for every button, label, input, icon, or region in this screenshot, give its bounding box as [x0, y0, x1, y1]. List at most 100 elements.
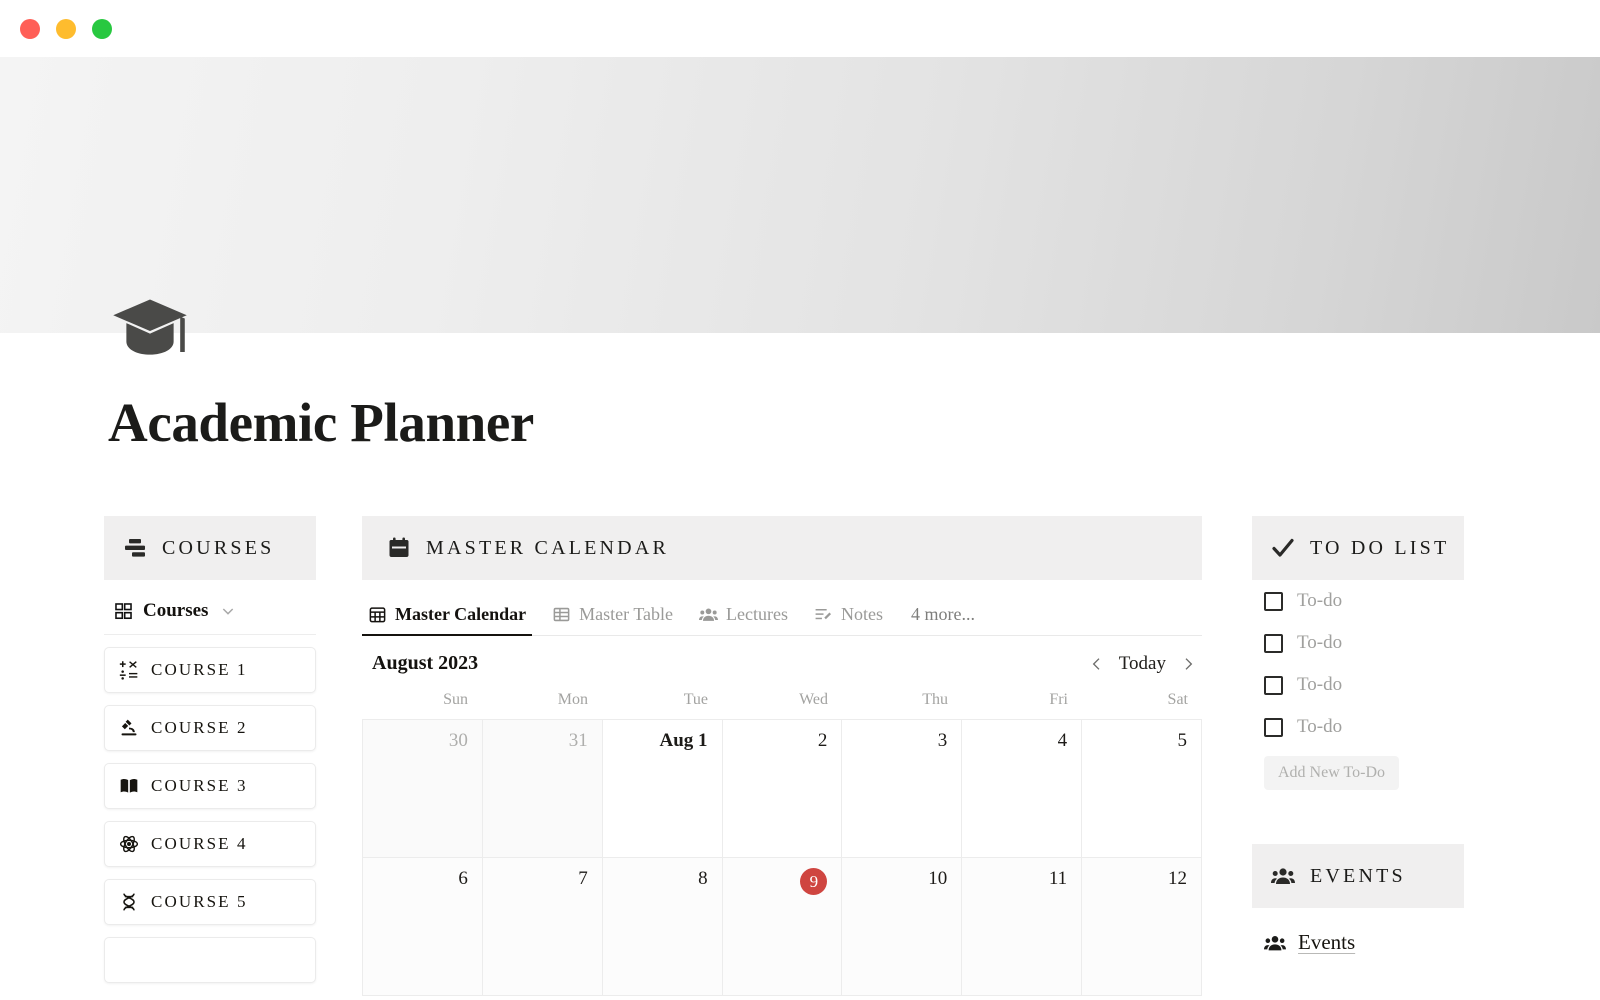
todo-checkbox[interactable]	[1264, 633, 1283, 653]
events-section-title: EVENTS	[1310, 864, 1406, 887]
day-name: Mon	[557, 691, 588, 708]
todo-label: To-do	[1297, 632, 1343, 653]
course-card[interactable]: COURSE 2	[104, 705, 316, 751]
note-edit-icon	[814, 605, 833, 624]
tab-master-table[interactable]: Master Table	[552, 604, 673, 635]
events-link-label: Events	[1298, 930, 1356, 954]
day-number: 7	[578, 868, 588, 889]
events-link[interactable]: Events	[1252, 908, 1464, 961]
math-symbols-icon	[119, 660, 139, 680]
calendar-day-cell[interactable]: 5	[1082, 720, 1202, 858]
window-titlebar	[0, 0, 1600, 57]
calendar-day-names: Sun Mon Tue Wed Thu Fri Sat	[362, 685, 1202, 719]
chevron-left-icon[interactable]	[1089, 656, 1105, 672]
todo-label: To-do	[1297, 590, 1343, 611]
course-card[interactable]: COURSE 4	[104, 821, 316, 867]
day-name: Wed	[799, 691, 828, 708]
tab-lectures[interactable]: Lectures	[699, 604, 788, 635]
day-name: Thu	[922, 691, 948, 708]
chevron-down-icon[interactable]	[220, 603, 236, 619]
chevron-right-icon[interactable]	[1180, 656, 1196, 672]
todo-label: To-do	[1297, 674, 1343, 695]
calendar-day-cell[interactable]: 3	[842, 720, 963, 858]
courses-section-title: COURSES	[162, 536, 275, 559]
day-number: 8	[698, 868, 708, 889]
course-label: COURSE 4	[151, 834, 248, 853]
calendar-section-title: MASTER CALENDAR	[426, 536, 670, 559]
page-header: Academic Planner	[0, 299, 1600, 454]
tab-label: Master Table	[579, 604, 674, 624]
calendar-week-row: 6 7 8 9 10 11 12	[363, 858, 1202, 996]
calendar-day-cell[interactable]: 2	[722, 720, 843, 858]
calendar-day-cell[interactable]: 6	[363, 858, 483, 996]
calendar-day-cell[interactable]: 12	[1082, 858, 1202, 996]
day-number: 10	[928, 868, 948, 889]
todo-section-title: TO DO LIST	[1310, 536, 1450, 559]
calendar-week-row: 30 31 Aug 1 2 3 4 5	[363, 720, 1202, 858]
calendar-day-cell[interactable]: 30	[363, 720, 483, 858]
calendar-day-cell[interactable]: Aug 1	[602, 720, 723, 858]
calendar-grid-icon	[368, 605, 387, 624]
calendar-view-tabs: Master Calendar Master Table Lectures No…	[361, 580, 1202, 636]
tab-label: Lectures	[726, 604, 789, 624]
todo-checkbox[interactable]	[1264, 675, 1283, 695]
tab-notes[interactable]: Notes	[814, 604, 883, 635]
window-close-button[interactable]	[20, 18, 40, 39]
open-book-icon	[119, 776, 139, 796]
day-number: 11	[1048, 868, 1068, 889]
day-name: Fri	[1049, 691, 1068, 708]
calendar-icon	[386, 535, 412, 561]
tab-master-calendar[interactable]: Master Calendar	[361, 604, 533, 636]
calendar-day-cell[interactable]: 31	[482, 720, 603, 858]
add-new-todo-button[interactable]: Add New To-Do	[1264, 756, 1400, 790]
today-button[interactable]: Today	[1119, 653, 1166, 675]
dna-icon	[119, 892, 139, 912]
day-number: 30	[448, 730, 468, 751]
todo-checkbox[interactable]	[1264, 717, 1283, 737]
course-card[interactable]: COURSE 3	[104, 763, 316, 809]
day-number: Aug 1	[659, 730, 708, 751]
day-name: Tue	[683, 691, 708, 708]
todo-item[interactable]: To-do	[1252, 622, 1464, 664]
courses-database-label: Courses	[143, 600, 209, 621]
tab-label: Master Calendar	[395, 604, 527, 624]
day-number: 3	[937, 730, 948, 751]
todo-label: To-do	[1297, 716, 1343, 737]
tab-more[interactable]: 4 more...	[909, 604, 975, 635]
course-card[interactable]	[104, 937, 316, 983]
course-card[interactable]: COURSE 1	[104, 647, 316, 693]
microscope-icon	[119, 718, 139, 738]
day-number: 12	[1167, 868, 1187, 889]
calendar-day-cell[interactable]: 8	[602, 858, 723, 996]
calendar-section-header: MASTER CALENDAR	[362, 516, 1202, 580]
todo-checkbox[interactable]	[1264, 591, 1283, 611]
atom-icon	[119, 834, 139, 854]
day-number: 6	[458, 868, 468, 889]
calendar-nav: Today	[1089, 653, 1196, 675]
right-column: TO DO LIST To-do To-do To-do To-do Add N…	[1252, 516, 1464, 961]
people-icon	[1270, 863, 1296, 889]
people-icon	[699, 605, 719, 624]
todo-section-header: TO DO LIST	[1252, 516, 1464, 580]
page-cover-banner	[0, 57, 1600, 333]
course-card[interactable]: COURSE 5	[104, 879, 316, 925]
courses-section-header: COURSES	[104, 516, 316, 580]
calendar-day-cell[interactable]: 10	[842, 858, 963, 996]
todo-item[interactable]: To-do	[1252, 580, 1464, 622]
calendar-month-label: August 2023	[372, 652, 479, 674]
calendar-day-cell[interactable]: 11	[962, 858, 1083, 996]
calendar-day-cell[interactable]: 4	[962, 720, 1083, 858]
todo-item[interactable]: To-do	[1252, 664, 1464, 706]
day-name: Sat	[1167, 691, 1188, 708]
todo-item[interactable]: To-do	[1252, 706, 1464, 748]
tab-more-label: 4 more...	[911, 604, 975, 624]
calendar-day-cell[interactable]: 7	[482, 858, 603, 996]
window-minimize-button[interactable]	[56, 18, 76, 39]
courses-database-row[interactable]: Courses	[104, 580, 316, 635]
events-section-header: EVENTS	[1252, 844, 1464, 908]
day-name: Sun	[443, 691, 468, 708]
day-number: 4	[1057, 730, 1068, 751]
calendar-day-cell[interactable]: 9	[722, 858, 843, 996]
window-maximize-button[interactable]	[92, 18, 112, 39]
graduation-cap-icon[interactable]	[108, 289, 192, 373]
